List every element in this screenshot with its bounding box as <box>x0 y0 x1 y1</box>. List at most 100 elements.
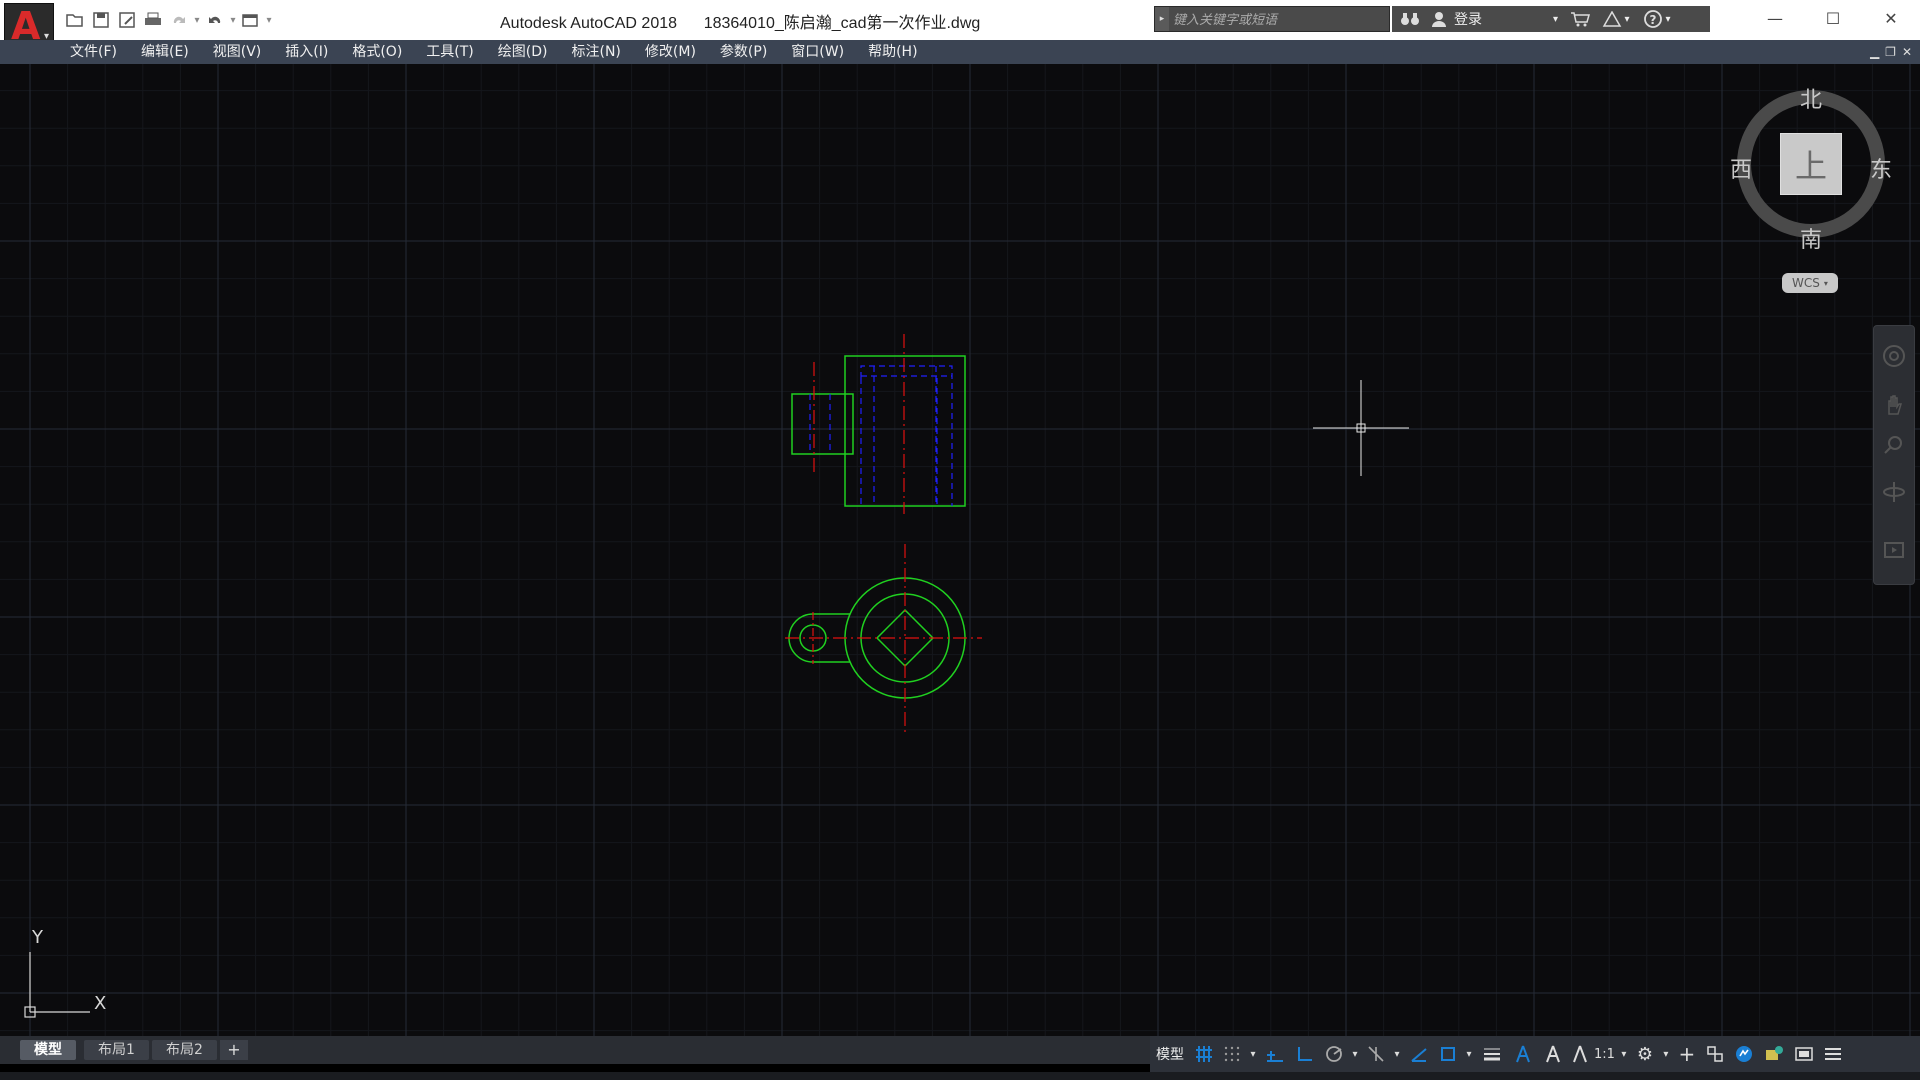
compass-west[interactable]: 西 <box>1730 152 1752 184</box>
zoom-extents-button[interactable] <box>1878 428 1910 460</box>
menu-file[interactable]: 文件(F) <box>58 40 129 64</box>
orbit-button[interactable] <box>1878 476 1910 508</box>
hardware-acceleration-button[interactable] <box>1729 1036 1759 1072</box>
workspace-button[interactable] <box>238 8 264 32</box>
open-button[interactable] <box>62 8 88 32</box>
snap-toggle[interactable] <box>1218 1036 1246 1072</box>
document-window-controls: ▁ ❐ ✕ <box>1870 40 1912 64</box>
workspace-icon <box>242 14 258 27</box>
object-snap-tracking-toggle[interactable] <box>1404 1036 1434 1072</box>
login-button[interactable]: 登录 ▾ <box>1450 6 1564 32</box>
auto-scale-icon <box>1546 1045 1560 1063</box>
printer-icon <box>145 12 161 25</box>
isodraft-toggle[interactable] <box>1362 1036 1390 1072</box>
wcs-menu-button[interactable]: WCS ▾ <box>1782 273 1838 293</box>
drawing-canvas[interactable] <box>0 64 1920 1036</box>
isodraft-icon <box>1368 1046 1384 1062</box>
undo-dropdown-icon[interactable]: ▾ <box>228 15 238 26</box>
undo-button[interactable] <box>202 8 228 32</box>
menu-tools[interactable]: 工具(T) <box>414 40 485 64</box>
doc-close-button[interactable]: ✕ <box>1902 45 1912 59</box>
steering-wheel-button[interactable] <box>1878 340 1910 372</box>
menu-modify[interactable]: 修改(M) <box>633 40 708 64</box>
showmotion-button[interactable] <box>1878 534 1910 566</box>
help-button[interactable]: ? ▾ <box>1636 6 1678 32</box>
menu-draw[interactable]: 绘图(D) <box>486 40 560 64</box>
customization-button[interactable] <box>1819 1036 1847 1072</box>
annotation-visibility-toggle[interactable] <box>1508 1036 1538 1072</box>
plot-button[interactable] <box>140 8 166 32</box>
search-input[interactable] <box>1171 9 1381 31</box>
hardware-acceleration-icon <box>1735 1046 1752 1062</box>
redo-dropdown-icon[interactable]: ▾ <box>192 15 202 26</box>
workspace-switch-button[interactable]: ⚙ <box>1631 1036 1659 1072</box>
object-snap-toggle[interactable] <box>1434 1036 1462 1072</box>
autodesk-a360-icon <box>1603 11 1622 27</box>
minimize-button[interactable]: — <box>1746 0 1804 36</box>
customize-qat-icon[interactable]: ▾ <box>264 15 274 26</box>
save-as-button[interactable] <box>114 8 140 32</box>
chevron-down-icon[interactable]: ▾ <box>1617 1036 1631 1072</box>
tab-layout2[interactable]: 布局2 <box>152 1040 217 1060</box>
grid-toggle[interactable] <box>1190 1036 1218 1072</box>
menu-insert[interactable]: 插入(I) <box>273 40 340 64</box>
chevron-down-icon[interactable]: ▾ <box>1390 1036 1404 1072</box>
menu-window[interactable]: 窗口(W) <box>779 40 856 64</box>
zoom-icon <box>1884 436 1902 454</box>
ucs-y-label: Y <box>32 927 43 948</box>
doc-restore-button[interactable]: ❐ <box>1885 45 1896 59</box>
menu-format[interactable]: 格式(O) <box>340 40 414 64</box>
folder-open-icon <box>66 14 83 27</box>
plus-icon: + <box>1678 1042 1696 1066</box>
close-button[interactable]: ✕ <box>1862 0 1920 36</box>
tab-model[interactable]: 模型 <box>20 1040 76 1060</box>
cart-icon[interactable] <box>1564 6 1596 32</box>
maximize-button[interactable]: ☐ <box>1804 0 1862 36</box>
compass-north[interactable]: 北 <box>1800 82 1822 114</box>
lineweight-icon <box>1484 1048 1500 1061</box>
ucs-icon: Y X <box>18 925 118 1025</box>
polar-tracking-icon <box>1326 1046 1342 1062</box>
quick-access-toolbar: ▾ ▾ ▾ <box>62 8 274 32</box>
ortho-toggle[interactable] <box>1290 1036 1320 1072</box>
annotation-monitor-button[interactable]: + <box>1673 1036 1701 1072</box>
chevron-down-icon[interactable]: ▾ <box>1659 1036 1673 1072</box>
menu-view[interactable]: 视图(V) <box>201 40 274 64</box>
expand-arrow-icon[interactable]: ▸ <box>1155 7 1169 31</box>
viewcube-top-face[interactable]: 上 <box>1780 133 1842 195</box>
clean-screen-button[interactable] <box>1789 1036 1819 1072</box>
ucs-x-label: X <box>94 993 107 1014</box>
navigation-bar <box>1873 325 1915 585</box>
viewcube[interactable]: 北 南 东 西 上 <box>1730 80 1892 260</box>
dynamic-input-toggle[interactable] <box>1260 1036 1290 1072</box>
auto-scale-toggle[interactable] <box>1538 1036 1568 1072</box>
chevron-down-icon[interactable]: ▾ <box>1462 1036 1476 1072</box>
menu-parametric[interactable]: 参数(P) <box>708 40 779 64</box>
save-as-icon <box>119 12 135 28</box>
chevron-down-icon[interactable]: ▾ <box>1246 1036 1260 1072</box>
redo-button[interactable] <box>166 8 192 32</box>
a360-button[interactable]: ▾ <box>1596 6 1636 32</box>
compass-east[interactable]: 东 <box>1870 152 1892 184</box>
units-button[interactable] <box>1701 1036 1729 1072</box>
body-outline <box>844 355 966 507</box>
annotation-scale-icon[interactable] <box>1568 1036 1592 1072</box>
menu-dimension[interactable]: 标注(N) <box>560 40 633 64</box>
pan-button[interactable] <box>1878 388 1910 420</box>
chevron-down-icon[interactable]: ▾ <box>1348 1036 1362 1072</box>
annotation-scale-value[interactable]: 1:1 <box>1592 1036 1617 1072</box>
binoculars-icon[interactable] <box>1392 6 1428 32</box>
search-box[interactable]: ▸ <box>1154 6 1390 32</box>
add-layout-button[interactable]: + <box>220 1040 248 1060</box>
tab-layout1[interactable]: 布局1 <box>84 1040 149 1060</box>
title-bar: A ▾ ▾ ▾ ▾ Autodesk AutoCAD 2018 18364010… <box>0 0 1920 53</box>
menu-edit[interactable]: 编辑(E) <box>129 40 201 64</box>
compass-south[interactable]: 南 <box>1800 222 1822 254</box>
polar-toggle[interactable] <box>1320 1036 1348 1072</box>
menu-help[interactable]: 帮助(H) <box>856 40 929 64</box>
doc-minimize-button[interactable]: ▁ <box>1870 45 1879 59</box>
model-space-button[interactable]: 模型 <box>1150 1036 1190 1072</box>
lineweight-toggle[interactable] <box>1476 1036 1508 1072</box>
isolate-objects-button[interactable] <box>1759 1036 1789 1072</box>
save-button[interactable] <box>88 8 114 32</box>
